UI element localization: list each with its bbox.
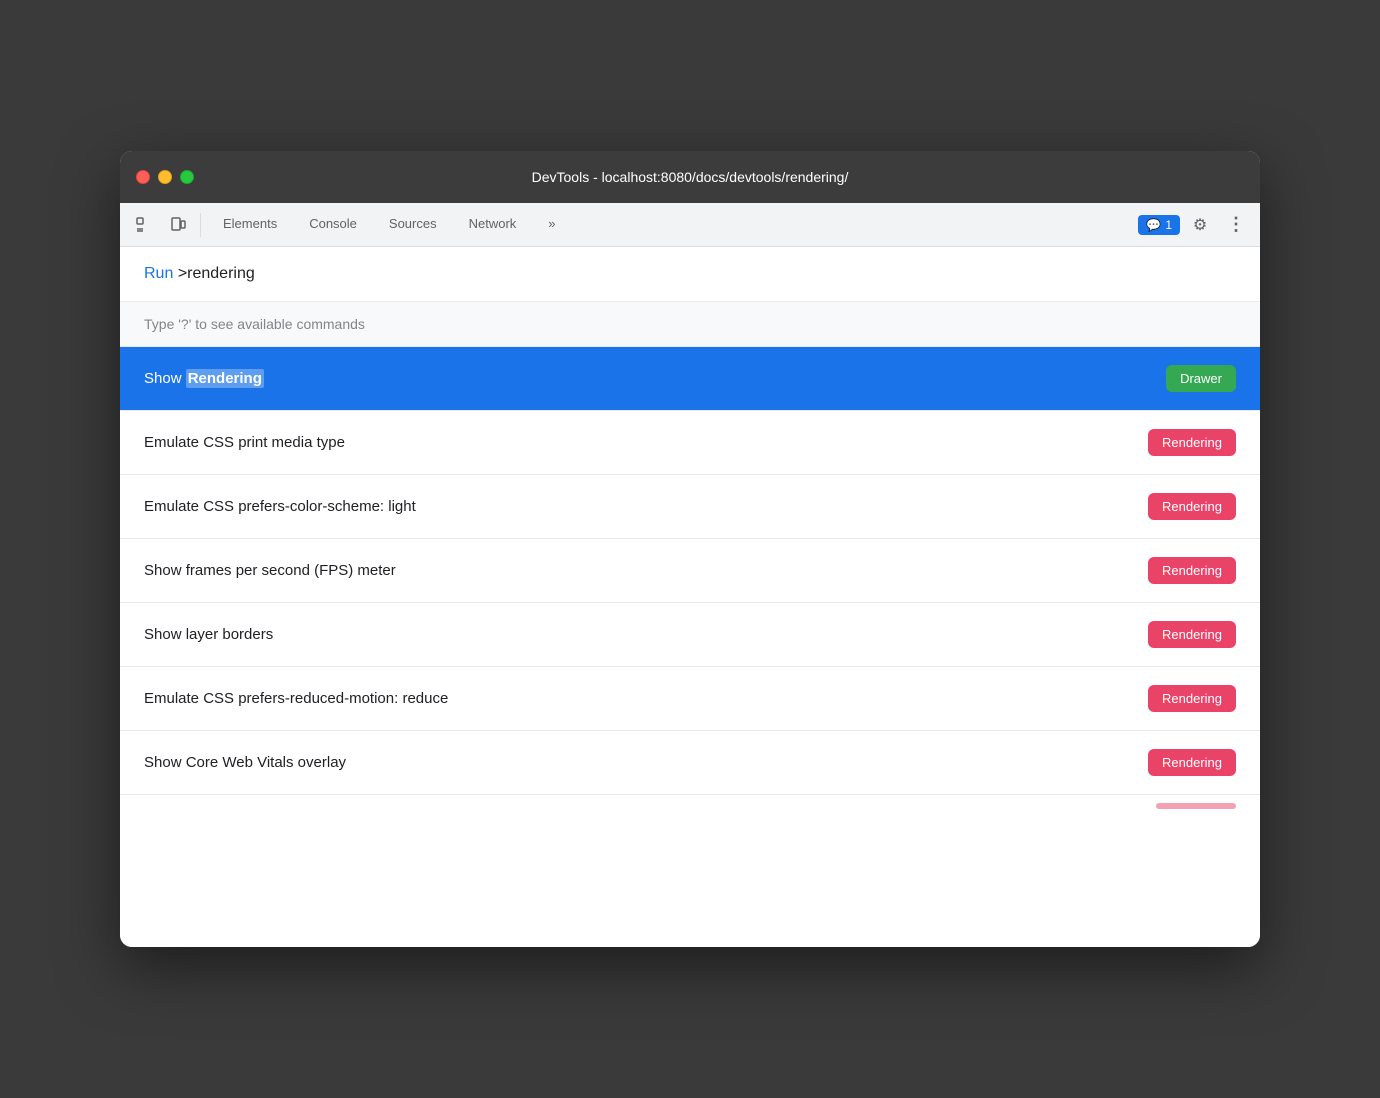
badge-rendering-3[interactable]: Rendering [1148, 621, 1236, 648]
command-item-emulate-prefers-color[interactable]: Emulate CSS prefers-color-scheme: light … [120, 475, 1260, 539]
settings-button[interactable]: ⚙ [1184, 209, 1216, 241]
run-header: Run >rendering [120, 247, 1260, 302]
inspect-element-button[interactable] [128, 209, 160, 241]
badge-rendering-4[interactable]: Rendering [1148, 685, 1236, 712]
notification-icon: 💬 [1146, 218, 1161, 232]
command-label-show-layer-borders: Show layer borders [144, 626, 273, 643]
window-title: DevTools - localhost:8080/docs/devtools/… [532, 169, 849, 185]
command-label-show-core-web-vitals: Show Core Web Vitals overlay [144, 754, 346, 771]
command-item-emulate-reduced-motion[interactable]: Emulate CSS prefers-reduced-motion: redu… [120, 667, 1260, 731]
command-label-emulate-reduced-motion: Emulate CSS prefers-reduced-motion: redu… [144, 690, 448, 707]
run-label: Run [144, 265, 173, 282]
command-item-show-core-web-vitals[interactable]: Show Core Web Vitals overlay Rendering [120, 731, 1260, 795]
main-content: Run >rendering Type '?' to see available… [120, 247, 1260, 947]
notification-count: 1 [1165, 218, 1172, 232]
device-toolbar-button[interactable] [162, 209, 194, 241]
command-item-show-fps[interactable]: Show frames per second (FPS) meter Rende… [120, 539, 1260, 603]
close-button[interactable] [136, 170, 150, 184]
command-list: Show Rendering Drawer Emulate CSS print … [120, 347, 1260, 795]
command-label-emulate-prefers-color: Emulate CSS prefers-color-scheme: light [144, 498, 416, 515]
minimize-button[interactable] [158, 170, 172, 184]
command-label-show-rendering: Show Rendering [144, 370, 264, 387]
badge-rendering-1[interactable]: Rendering [1148, 493, 1236, 520]
run-command: >rendering [178, 265, 255, 282]
more-icon: ⋮ [1227, 214, 1245, 235]
badge-drawer[interactable]: Drawer [1166, 365, 1236, 392]
notification-badge[interactable]: 💬 1 [1138, 215, 1180, 235]
badge-rendering-2[interactable]: Rendering [1148, 557, 1236, 584]
search-hint[interactable]: Type '?' to see available commands [120, 302, 1260, 347]
maximize-button[interactable] [180, 170, 194, 184]
scroll-indicator [1156, 803, 1236, 809]
badge-rendering-5[interactable]: Rendering [1148, 749, 1236, 776]
command-item-show-layer-borders[interactable]: Show layer borders Rendering [120, 603, 1260, 667]
settings-icon: ⚙ [1193, 215, 1207, 235]
devtools-toolbar: Elements Console Sources Network » 💬 1 ⚙… [120, 203, 1260, 247]
title-bar: DevTools - localhost:8080/docs/devtools/… [120, 151, 1260, 203]
command-label-show-fps: Show frames per second (FPS) meter [144, 562, 396, 579]
more-options-button[interactable]: ⋮ [1220, 209, 1252, 241]
tab-sources[interactable]: Sources [373, 203, 453, 247]
command-label-emulate-print: Emulate CSS print media type [144, 434, 345, 451]
toolbar-right: 💬 1 ⚙ ⋮ [1138, 209, 1252, 241]
traffic-lights [136, 170, 194, 184]
devtools-window: DevTools - localhost:8080/docs/devtools/… [120, 151, 1260, 947]
toolbar-tabs: Elements Console Sources Network » [207, 203, 1136, 246]
tab-network[interactable]: Network [453, 203, 533, 247]
toolbar-divider [200, 213, 201, 237]
tab-console[interactable]: Console [293, 203, 373, 247]
command-item-show-rendering[interactable]: Show Rendering Drawer [120, 347, 1260, 411]
command-item-emulate-print[interactable]: Emulate CSS print media type Rendering [120, 411, 1260, 475]
tab-elements[interactable]: Elements [207, 203, 293, 247]
badge-rendering-0[interactable]: Rendering [1148, 429, 1236, 456]
tab-more[interactable]: » [532, 203, 571, 247]
